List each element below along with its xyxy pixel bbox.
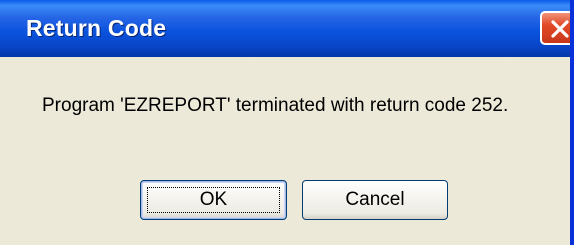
return-code-dialog: Return Code Program 'EZREPORT' terminate… [0,0,574,245]
dialog-body: Program 'EZREPORT' terminated with retur… [0,57,570,245]
cancel-button[interactable]: Cancel [302,180,448,220]
focus-rectangle [147,187,280,213]
cancel-button-label: Cancel [345,189,405,210]
message-text: Program 'EZREPORT' terminated with retur… [42,95,509,116]
title-bar[interactable]: Return Code [0,0,570,57]
dialog-title: Return Code [26,15,167,41]
close-icon [551,20,569,38]
ok-button[interactable]: OK [140,180,287,220]
close-button[interactable] [540,11,570,45]
